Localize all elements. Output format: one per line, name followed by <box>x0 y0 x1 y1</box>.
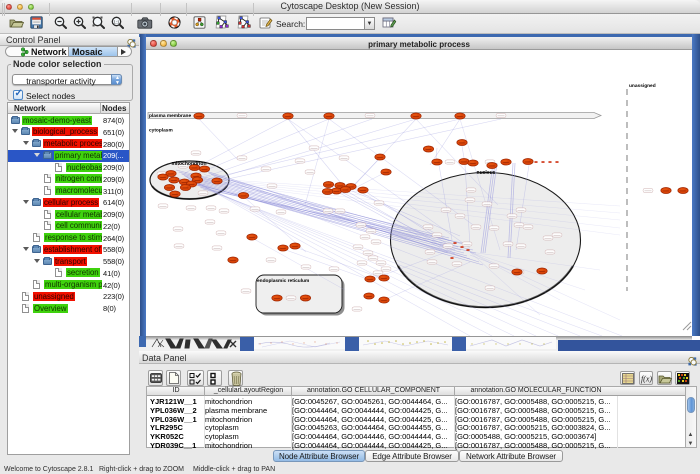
svg-text:unassigned: unassigned <box>629 83 656 89</box>
svg-text:f(x): f(x) <box>641 375 652 384</box>
svg-text:mitochondrion: mitochondrion <box>172 161 207 167</box>
svg-text:cytoplasm: cytoplasm <box>149 128 173 134</box>
svg-text:1:1: 1:1 <box>113 19 120 24</box>
svg-text:plasma membrane: plasma membrane <box>149 113 191 119</box>
svg-text:endoplasmic reticulum: endoplasmic reticulum <box>257 278 309 284</box>
svg-text:nucleus: nucleus <box>477 170 496 176</box>
